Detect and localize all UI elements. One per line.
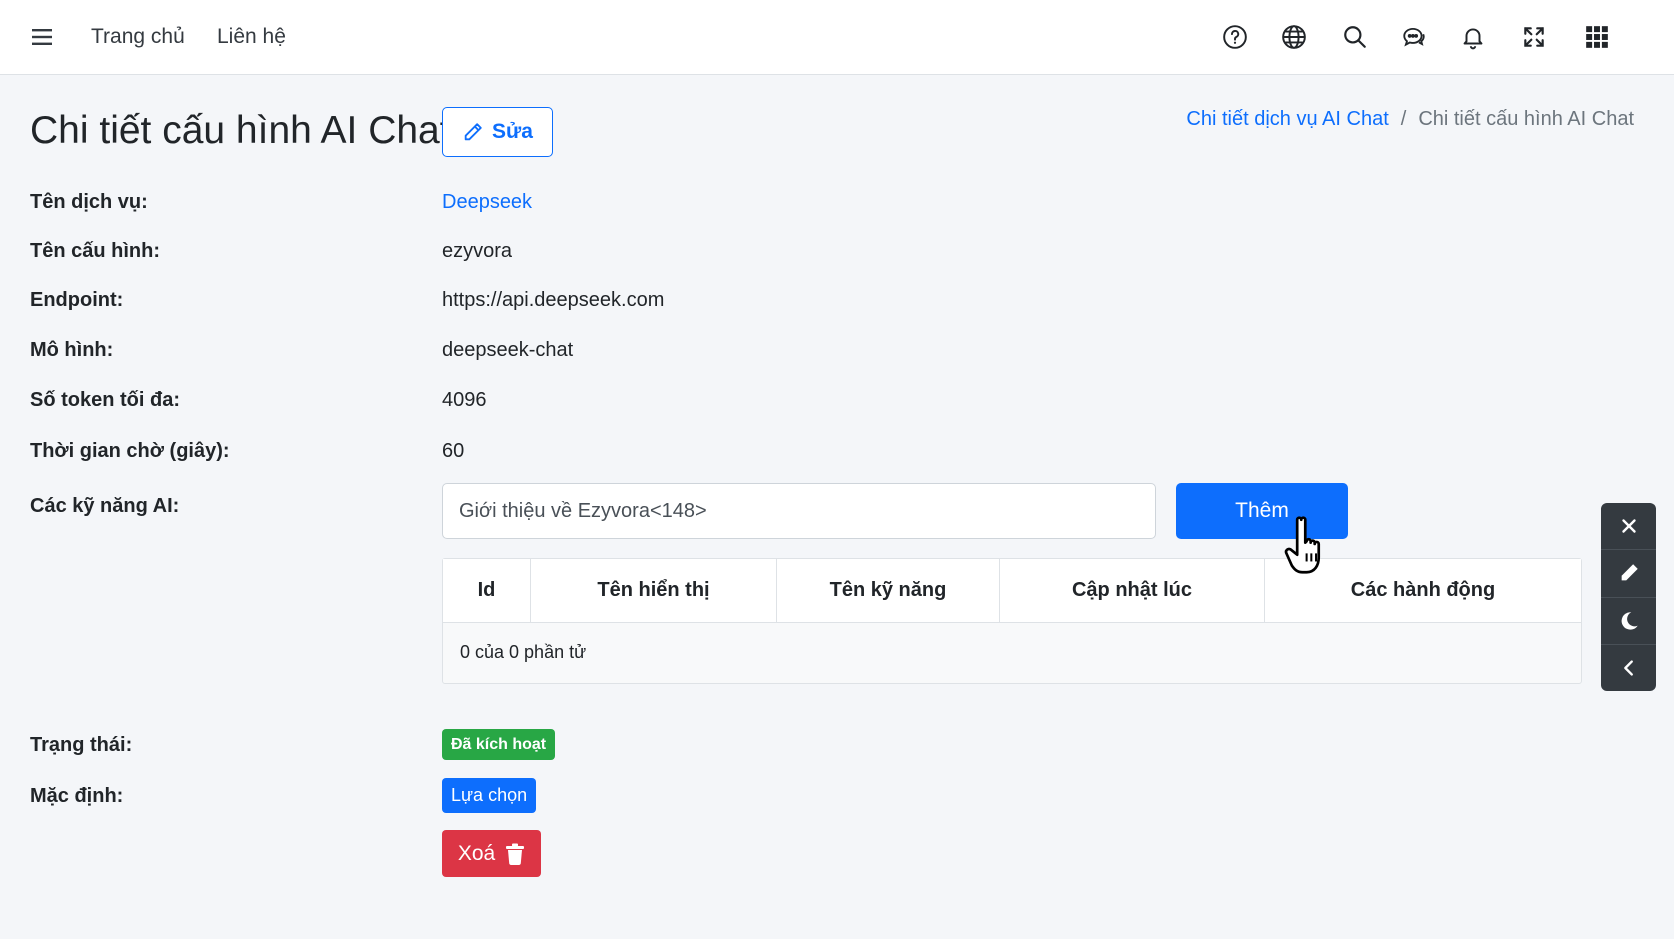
breadcrumb-separator: /	[1400, 108, 1407, 130]
status-badge: Đã kích hoạt	[442, 729, 556, 760]
column-header-updated-at[interactable]: Cập nhật lúc	[1000, 559, 1265, 622]
table-info: 0 của 0 phần tử	[460, 642, 587, 662]
service-name-link[interactable]: Deepseek	[442, 188, 532, 216]
column-header-display-name[interactable]: Tên hiển thị	[531, 559, 777, 622]
timeout-value: 60	[442, 440, 465, 462]
skill-select-input[interactable]	[442, 483, 1156, 539]
timeout-label: Thời gian chờ (giây):	[30, 440, 230, 462]
column-header-actions: Các hành động	[1350, 579, 1496, 601]
trash-icon	[506, 843, 525, 865]
config-name-label: Tên cấu hình:	[30, 240, 160, 262]
default-label: Mặc định:	[30, 785, 124, 807]
pencil-icon	[464, 123, 482, 141]
bell-icon[interactable]	[1457, 21, 1489, 53]
skills-label: Các kỹ năng AI:	[30, 495, 180, 517]
fullscreen-icon[interactable]	[1518, 21, 1550, 53]
edit-button[interactable]: Sửa	[442, 107, 553, 157]
config-name-value: ezyvora	[442, 240, 513, 262]
add-skill-button[interactable]: Thêm	[1176, 483, 1348, 539]
breadcrumb-current: Chi tiết cấu hình AI Chat	[1418, 108, 1634, 130]
top-navbar: Trang chủ Liên hệ	[0, 0, 1674, 75]
model-value: deepseek-chat	[442, 339, 574, 361]
endpoint-value: https://api.deepseek.com	[442, 289, 665, 311]
chevron-left-icon[interactable]	[1601, 645, 1656, 691]
status-label: Trạng thái:	[30, 734, 133, 756]
globe-icon[interactable]	[1278, 21, 1310, 53]
chat-icon[interactable]	[1398, 21, 1430, 53]
nav-link-home[interactable]: Trang chủ	[91, 22, 185, 52]
breadcrumb-parent-link[interactable]: Chi tiết dịch vụ AI Chat	[1186, 104, 1388, 134]
default-select-badge[interactable]: Lựa chọn	[442, 778, 537, 813]
edit-button-label: Sửa	[492, 120, 533, 143]
search-icon[interactable]	[1339, 21, 1371, 53]
delete-button-label: Xoá	[457, 841, 496, 865]
floating-tool-panel	[1601, 503, 1656, 691]
page-title: Chi tiết cấu hình AI Chat	[30, 109, 451, 152]
max-tokens-value: 4096	[442, 389, 487, 411]
skills-table: Id Tên hiển thị Tên kỹ năng Cập nhật lúc…	[442, 558, 1582, 684]
endpoint-label: Endpoint:	[30, 289, 124, 311]
close-icon[interactable]	[1601, 503, 1656, 551]
nav-link-contact[interactable]: Liên hệ	[217, 22, 286, 52]
help-icon[interactable]	[1219, 21, 1251, 53]
breadcrumb: Chi tiết dịch vụ AI Chat / Chi tiết cấu …	[1186, 104, 1634, 134]
max-tokens-label: Số token tối đa:	[30, 389, 180, 411]
service-name-label: Tên dịch vụ:	[30, 191, 148, 213]
model-label: Mô hình:	[30, 339, 114, 361]
apps-grid-icon[interactable]	[1581, 21, 1613, 53]
table-header-row: Id Tên hiển thị Tên kỹ năng Cập nhật lúc…	[443, 559, 1581, 623]
moon-icon[interactable]	[1601, 598, 1656, 645]
menu-icon[interactable]	[30, 25, 54, 49]
column-header-skill-name[interactable]: Tên kỹ năng	[777, 559, 1000, 622]
column-header-id[interactable]: Id	[443, 559, 531, 622]
delete-button[interactable]: Xoá	[442, 830, 541, 877]
pencil-icon[interactable]	[1601, 550, 1656, 598]
